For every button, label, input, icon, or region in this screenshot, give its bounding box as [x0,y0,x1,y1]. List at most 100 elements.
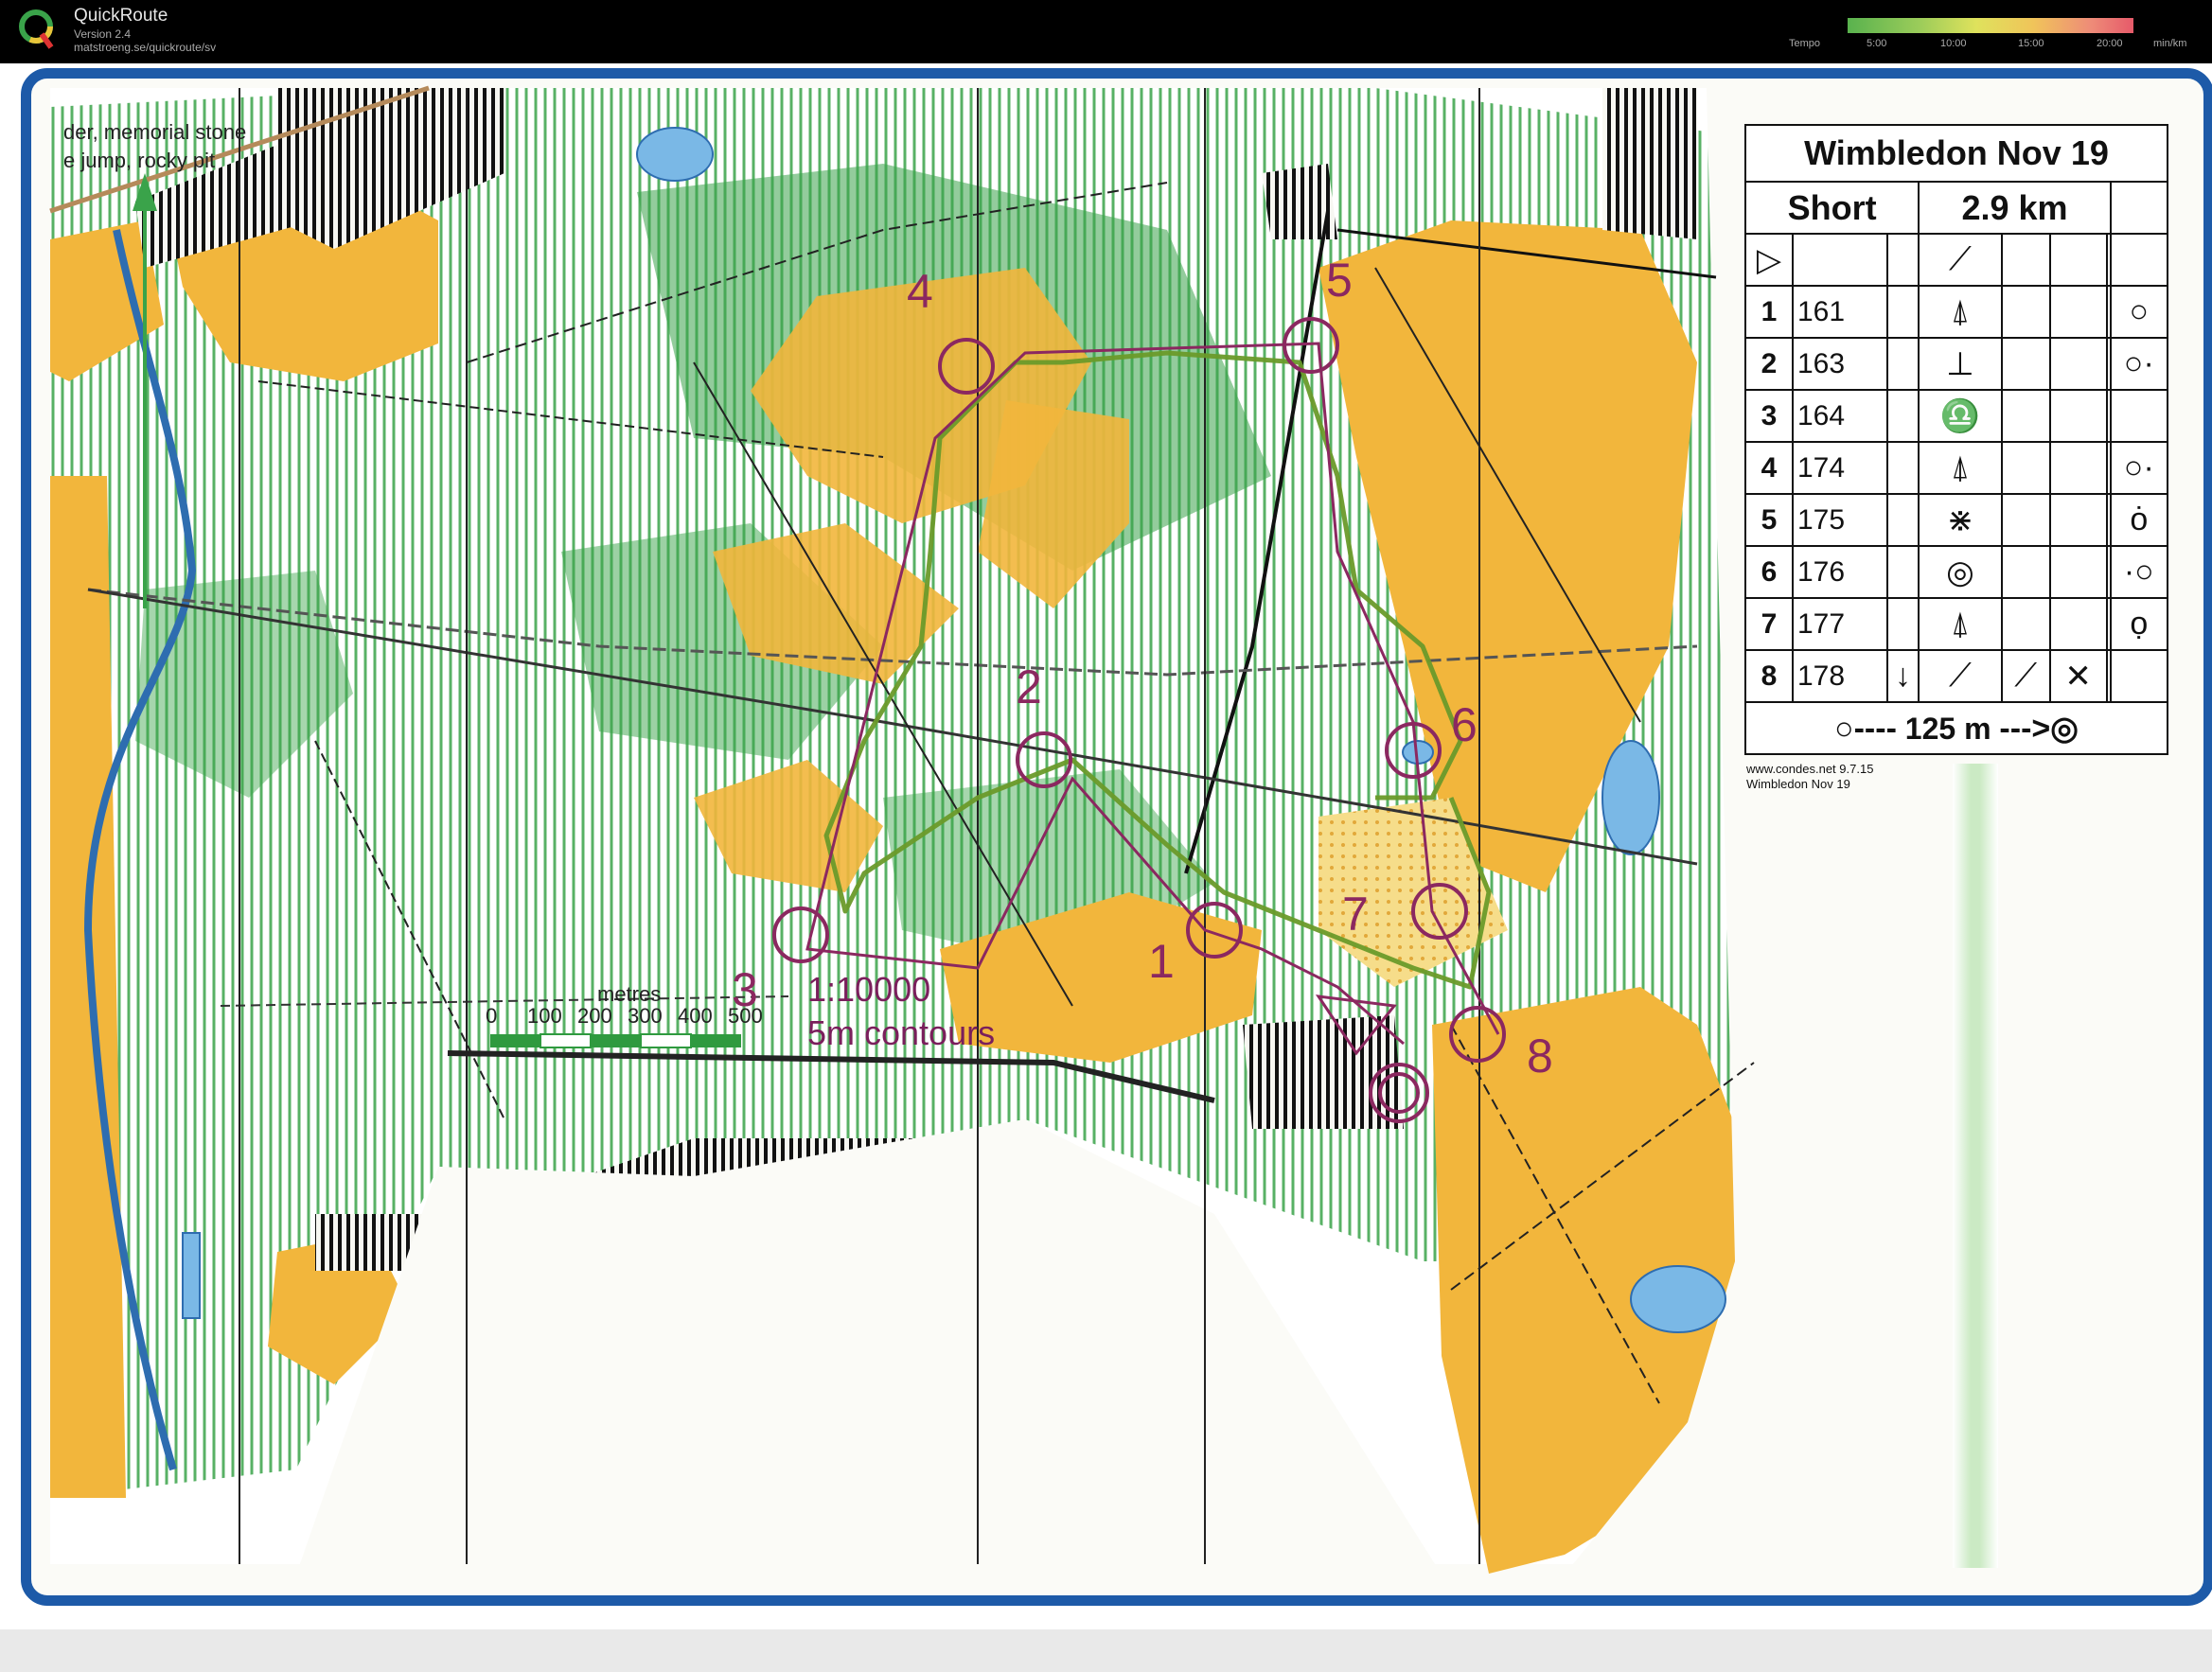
tempo-label: Tempo [1789,38,1821,49]
cd-control-code: 178 [1791,649,1888,703]
scale-tick: 100 [527,1004,562,1028]
app-version: Version 2.4 [74,27,132,41]
orienteering-map[interactable]: 1 2 3 4 5 6 7 8 der, memorial stone e ju… [21,68,2212,1606]
cd-empty-cell [2109,389,2169,443]
finish-icon: --->◎ [1999,710,2079,747]
cd-empty-cell [1791,233,1888,287]
cd-empty-cell [2000,441,2051,495]
cd-control-number: 5 [1744,493,1794,547]
cd-empty-cell [2000,545,2051,599]
out-of-bounds-area [1602,88,1697,239]
cd-control-code: 176 [1791,545,1888,599]
cd-course-length: 2.9 km [1918,181,2112,235]
tree-icon: ⍋ [1918,285,2003,339]
cd-control-code: 163 [1791,337,1888,391]
cd-row: 4 174 ⍋ ○· [1744,441,2169,495]
cd-control-code: 161 [1791,285,1888,339]
cd-row: 1 161 ⍋ ○ [1744,285,2169,339]
scale-tick: 200 [577,1004,612,1028]
cd-empty-cell [2048,545,2108,599]
cd-empty-cell [2048,337,2108,391]
cd-course-name: Short [1743,181,1920,235]
map-scale-ratio: 1:10000 [807,970,931,1009]
circle-dot-icon: ○· [2109,337,2169,391]
pond [1601,740,1660,855]
window-bottom-bar [0,1629,2212,1672]
cd-control-code: 164 [1791,389,1888,443]
tempo-color-scale [1848,18,2133,33]
control-number: 6 [1451,698,1478,751]
control-number: 1 [1148,935,1175,988]
app-header: QuickRoute Version 2.4 matstroeng.se/qui… [0,0,2212,63]
pond [182,1232,201,1319]
circle-icon: ○ [2109,285,2169,339]
cd-control-code: 177 [1791,597,1888,651]
cd-control-number: 1 [1744,285,1794,339]
circle-dot-left-icon: ·○ [2109,545,2169,599]
scale-tick: 400 [678,1004,713,1028]
cd-row: 2 163 ⊥ ○· [1744,337,2169,391]
stone-wall-icon: ♎ [1918,389,2003,443]
cd-empty-cell [2000,233,2051,287]
control-number: 4 [907,265,933,318]
tree-icon: ⍋ [1918,597,2003,651]
cd-empty-cell [1885,389,1920,443]
control-number: 2 [1016,660,1042,713]
scale-bar-segment [640,1033,692,1048]
cd-empty-cell [2048,493,2108,547]
cd-title: Wimbledon Nov 19 [1744,124,2168,183]
cd-empty-cell [2048,233,2108,287]
scale-tick: 0 [486,1004,498,1028]
cd-row: 5 175 ⋇ ȯ [1744,493,2169,547]
credit-line: www.condes.net 9.7.15 [1746,762,1874,776]
cd-empty-cell [1885,597,1920,651]
tempo-tick: 10:00 [1940,38,1967,49]
cd-empty-cell [2048,441,2108,495]
circle-bottom-icon: ọ [2109,597,2169,651]
cd-empty-cell [1885,285,1920,339]
path-icon: ⟋ [1918,233,2003,287]
cd-finish-distance: 125 m [1904,711,1991,746]
cd-empty-cell [2000,337,2051,391]
app-name: QuickRoute [74,6,168,26]
path-icon: ⟋ [1918,649,2003,703]
cd-empty-cell [2109,233,2169,287]
cd-empty-cell [2048,597,2108,651]
scale-tick: 500 [728,1004,763,1028]
contour-interval: 5m contours [807,1013,996,1052]
cd-empty-cell [1885,233,1920,287]
cd-empty-cell [2000,597,2051,651]
tree-icon: ⍋ [1918,441,2003,495]
depression-icon: ◎ [1918,545,2003,599]
scale-bar-segment [540,1033,592,1048]
cd-empty-cell [2109,649,2169,703]
cd-control-number: 7 [1744,597,1794,651]
cd-control-number: 4 [1744,441,1794,495]
cd-control-code: 175 [1791,493,1888,547]
quickroute-logo-icon [19,9,54,49]
map-margin-strip [1953,764,1998,1568]
cd-control-code: 174 [1791,441,1888,495]
control-circle-icon: ○---- [1834,710,1897,747]
cd-empty-cell [2109,181,2169,235]
control-number: 8 [1527,1030,1553,1082]
scale-bar-segment [591,1034,641,1047]
circle-top-icon: ȯ [2109,493,2169,547]
tempo-tick: 5:00 [1867,38,1887,49]
cd-empty-cell [2000,493,2051,547]
credit-line: Wimbledon Nov 19 [1746,777,1850,791]
start-triangle-icon: ▷ [1744,233,1794,287]
cd-row: 8 178 ↓ ⟋ ⟋ ✕ [1744,649,2169,703]
scale-bar-segment [691,1034,741,1047]
cd-empty-cell [2000,389,2051,443]
cd-row: 6 176 ◎ ·○ [1744,545,2169,599]
crossing-icon: ✕ [2048,649,2108,703]
control-number: 7 [1342,888,1369,941]
cd-empty-cell [2048,285,2108,339]
app-url[interactable]: matstroeng.se/quickroute/sv [74,41,216,54]
cd-empty-cell [1885,337,1920,391]
cd-empty-cell [1885,493,1920,547]
thicket-icon: ⋇ [1918,493,2003,547]
pond [636,127,714,182]
legend-text: der, memorial stone e jump, rocky pit [63,120,247,172]
